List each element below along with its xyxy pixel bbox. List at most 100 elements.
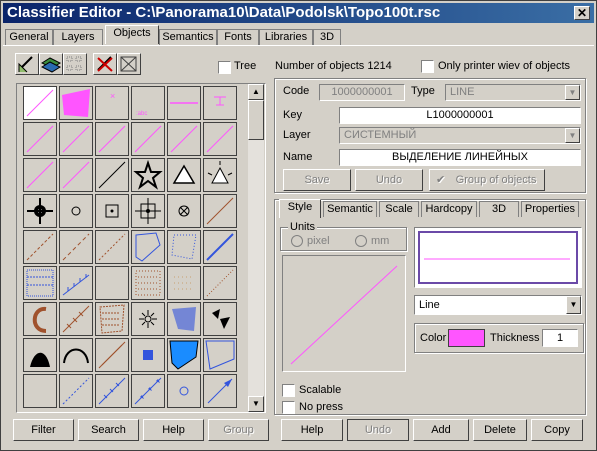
delete-pencil-icon[interactable] <box>93 53 117 75</box>
pink-line-2-icon[interactable] <box>59 122 93 156</box>
pink-cross-icon[interactable]: × <box>95 86 129 120</box>
blue-texture-icon[interactable] <box>167 302 201 336</box>
help-button[interactable]: Help <box>143 419 204 441</box>
tab-objects[interactable]: Objects <box>105 25 159 44</box>
code-field[interactable]: 1000000001 <box>319 84 405 101</box>
pencil-icon[interactable] <box>15 53 39 75</box>
arch-icon[interactable] <box>59 338 93 372</box>
tab-style-3d[interactable]: 3D <box>479 201 519 217</box>
group-button[interactable]: Group <box>208 419 269 441</box>
dotted-area-icon[interactable] <box>167 230 201 264</box>
tab-layers[interactable]: Layers <box>53 29 103 45</box>
blue-triangle-line-icon[interactable] <box>131 374 165 408</box>
scalable-checkbox[interactable] <box>282 384 295 397</box>
black-shapes-icon[interactable] <box>203 302 237 336</box>
blue-outline-icon[interactable] <box>203 338 237 372</box>
pink-line-1-icon[interactable] <box>23 122 57 156</box>
blue-arrow-icon[interactable] <box>203 374 237 408</box>
pink-line-4-icon[interactable] <box>131 122 165 156</box>
blue-line-icon[interactable] <box>203 230 237 264</box>
blue-dotted-line-icon[interactable] <box>59 374 93 408</box>
tab-fonts[interactable]: Fonts <box>217 29 259 45</box>
brown-dashed-1-icon[interactable] <box>23 230 57 264</box>
black-wave-icon[interactable] <box>23 338 57 372</box>
brown-dashed-2-icon[interactable] <box>59 230 93 264</box>
survey-point-icon[interactable] <box>131 194 165 228</box>
tab-hardcopy[interactable]: Hardcopy <box>421 201 477 217</box>
copy-button[interactable]: Copy <box>531 419 583 441</box>
only-printer-checkbox[interactable] <box>421 60 434 73</box>
thickness-field[interactable]: 1 <box>542 329 578 347</box>
brown-arc-icon[interactable] <box>23 302 57 336</box>
delete-button[interactable]: Delete <box>473 419 527 441</box>
chevron-down-icon[interactable]: ▼ <box>565 128 580 143</box>
tab-general[interactable]: General <box>5 29 53 45</box>
blue-square-icon[interactable] <box>131 338 165 372</box>
pink-line-7-icon[interactable] <box>23 158 57 192</box>
triangle-icon[interactable] <box>167 158 201 192</box>
pink-line-6-icon[interactable] <box>203 122 237 156</box>
group-of-objects-button[interactable]: ✔ Group of objects <box>429 169 545 191</box>
pink-line-3-icon[interactable] <box>95 122 129 156</box>
brown-dotted-line-icon[interactable] <box>203 266 237 300</box>
pixel-radio[interactable] <box>291 235 303 247</box>
tab-scale[interactable]: Scale <box>379 201 419 217</box>
empty-cell-icon[interactable] <box>95 266 129 300</box>
scroll-down-icon[interactable]: ▼ <box>248 396 264 412</box>
sun-icon[interactable] <box>131 302 165 336</box>
pink-hline-icon[interactable] <box>167 86 201 120</box>
line-type-select[interactable]: Line ▼ <box>414 295 582 315</box>
circle-x-icon[interactable] <box>167 194 201 228</box>
brown-line-icon[interactable] <box>203 194 237 228</box>
blue-circle-icon[interactable] <box>167 374 201 408</box>
blue-hatch-icon[interactable] <box>23 266 57 300</box>
tab-style[interactable]: Style <box>279 199 321 218</box>
pink-area-icon[interactable] <box>59 86 93 120</box>
tab-3d[interactable]: 3D <box>313 29 341 45</box>
color-swatch[interactable] <box>448 329 485 347</box>
chevron-down-icon[interactable]: ▼ <box>566 296 581 314</box>
star-icon[interactable] <box>131 158 165 192</box>
object-list-scrollbar[interactable]: ▲ ▼ <box>248 84 264 412</box>
add-button[interactable]: Add <box>413 419 469 441</box>
empty-cell-2-icon[interactable] <box>23 374 57 408</box>
save-button[interactable]: Save <box>283 169 351 191</box>
type-select[interactable]: LINE ▼ <box>445 84 581 101</box>
blue-area-outline-icon[interactable] <box>131 230 165 264</box>
delete-box-icon[interactable] <box>117 53 141 75</box>
no-press-checkbox[interactable] <box>282 401 295 414</box>
name-field[interactable]: ВЫДЕЛЕНИЕ ЛИНЕЙНЫХ <box>339 149 581 166</box>
pink-line-5-icon[interactable] <box>167 122 201 156</box>
tab-properties[interactable]: Properties <box>521 201 579 217</box>
brown-dashed-3-icon[interactable] <box>95 230 129 264</box>
brown-dots-icon[interactable] <box>131 266 165 300</box>
scroll-thumb[interactable] <box>248 100 264 140</box>
light-dots-icon[interactable] <box>167 266 201 300</box>
brown-hatch-area-icon[interactable] <box>95 302 129 336</box>
small-circle-icon[interactable] <box>59 194 93 228</box>
blue-fence-icon[interactable] <box>59 266 93 300</box>
close-button[interactable]: ✕ <box>574 6 590 20</box>
grid-view-icon[interactable] <box>63 53 87 75</box>
pink-symbol-icon[interactable] <box>203 86 237 120</box>
filter-button[interactable]: Filter <box>13 419 74 441</box>
search-button[interactable]: Search <box>78 419 139 441</box>
key-field[interactable]: L1000000001 <box>339 107 581 124</box>
pink-line-8-icon[interactable] <box>59 158 93 192</box>
mm-radio[interactable] <box>355 235 367 247</box>
dotted-label-icon[interactable]: :abc <box>131 86 165 120</box>
selected-line-icon[interactable] <box>23 86 57 120</box>
tab-semantic[interactable]: Semantic <box>323 201 377 217</box>
tree-checkbox[interactable] <box>218 61 231 74</box>
black-line-icon[interactable] <box>95 158 129 192</box>
target-icon[interactable] <box>23 194 57 228</box>
undo-button-bottom[interactable]: Undo <box>347 419 409 441</box>
triangle-rays-icon[interactable] <box>203 158 237 192</box>
blue-area-icon[interactable] <box>167 338 201 372</box>
blue-tick-line-icon[interactable] <box>95 374 129 408</box>
chevron-down-icon[interactable]: ▼ <box>565 85 580 100</box>
tab-libraries[interactable]: Libraries <box>259 29 313 45</box>
brown-ladder-icon[interactable] <box>95 338 129 372</box>
tab-semantics[interactable]: Semantics <box>159 29 217 45</box>
help-button-right[interactable]: Help <box>281 419 343 441</box>
